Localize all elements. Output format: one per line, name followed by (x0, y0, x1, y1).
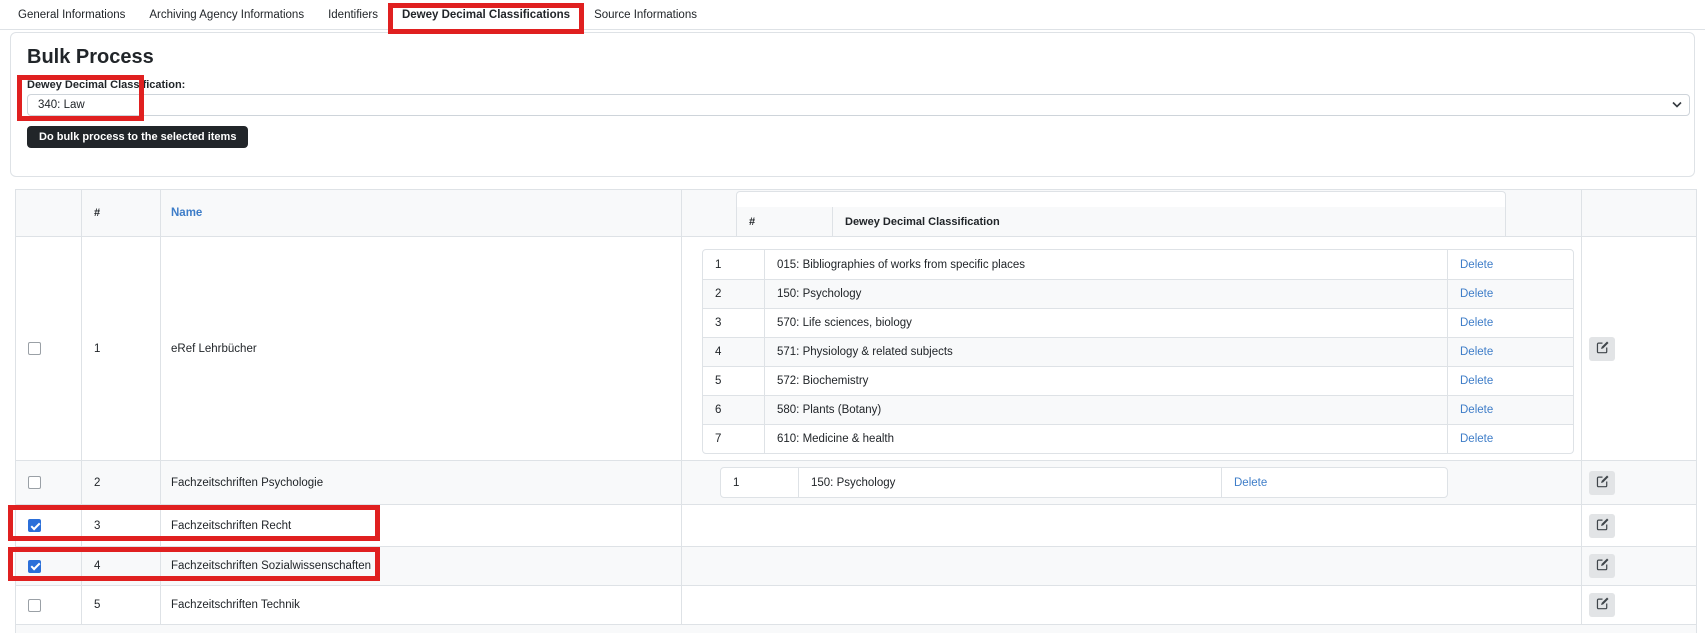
nested-header-action-cell (1506, 207, 1581, 236)
nested-ddc-table: 1 015: Bibliographies of works from spec… (702, 249, 1574, 454)
name-sort-link[interactable]: Name (171, 207, 202, 219)
edit-pencil-square-icon (1596, 475, 1609, 491)
nested-row: 2 150: Psychology Delete (703, 279, 1573, 308)
tab-label: Dewey Decimal Classifications (402, 9, 570, 21)
header-ddc-cell: # Dewey Decimal Classification (682, 190, 1582, 236)
delete-link[interactable]: Delete (1460, 317, 1493, 329)
row-checkbox[interactable] (28, 342, 41, 355)
nested-row-number: 5 (703, 367, 765, 395)
nested-header-top-strip (736, 191, 1506, 207)
nested-row-label: 150: Psychology (765, 280, 1448, 308)
delete-link[interactable]: Delete (1460, 433, 1493, 445)
row-name: Fachzeitschriften Sozialwissenschaften (161, 547, 682, 585)
table-row: 1 eRef Lehrbücher 1 015: Bibliographies … (16, 236, 1696, 460)
nested-row-number: 3 (703, 309, 765, 337)
nested-header-num: # (736, 207, 833, 236)
nested-row: 1 150: Psychology Delete (721, 468, 1447, 497)
edit-pencil-square-icon (1596, 558, 1609, 574)
edit-row-button[interactable] (1589, 554, 1615, 578)
bulk-process-button[interactable]: Do bulk process to the selected items (27, 126, 248, 148)
ddc-select[interactable]: 340: Law (27, 94, 1690, 116)
bulk-process-title: Bulk Process (27, 46, 1690, 69)
nested-row: 1 015: Bibliographies of works from spec… (703, 250, 1573, 279)
bulk-process-panel: Bulk Process Dewey Decimal Classificatio… (10, 32, 1695, 177)
table-row: 5 Fachzeitschriften Technik (16, 585, 1696, 624)
edit-pencil-square-icon (1596, 597, 1609, 613)
nested-row: 4 571: Physiology & related subjects Del… (703, 337, 1573, 366)
nested-row-number: 1 (721, 468, 799, 497)
row-name: Fachzeitschriften Recht (161, 505, 682, 546)
nested-ddc-table: 1 150: Psychology Delete (720, 467, 1448, 498)
nested-row-label: 571: Physiology & related subjects (765, 338, 1448, 366)
table-header-row: # Name # Dewey Decimal Classification (16, 190, 1696, 236)
row-name: Fachzeitschriften Psychologie (161, 461, 682, 504)
table-row: 4 Fachzeitschriften Sozialwissenschaften (16, 546, 1696, 585)
row-number: 5 (82, 586, 161, 624)
delete-link[interactable]: Delete (1460, 404, 1493, 416)
row-number: 1 (82, 237, 161, 460)
edit-row-button[interactable] (1589, 337, 1615, 361)
nested-header-ddc-title: Dewey Decimal Classification (833, 207, 1506, 236)
row-checkbox[interactable] (28, 519, 41, 532)
edit-pencil-square-icon (1596, 518, 1609, 534)
nested-row-number: 1 (703, 250, 765, 279)
edit-row-button[interactable] (1589, 471, 1615, 495)
delete-link[interactable]: Delete (1460, 288, 1493, 300)
nested-row-label: 570: Life sciences, biology (765, 309, 1448, 337)
delete-link[interactable]: Delete (1460, 259, 1493, 271)
tab-archiving-agency-informations[interactable]: Archiving Agency Informations (137, 9, 316, 21)
nested-row: 6 580: Plants (Botany) Delete (703, 395, 1573, 424)
ddc-select-label: Dewey Decimal Classification: (27, 79, 1690, 92)
row-name: Fachzeitschriften Technik (161, 586, 682, 624)
tab-source-informations[interactable]: Source Informations (582, 9, 709, 21)
nested-header-row: # Dewey Decimal Classification (736, 207, 1581, 236)
delete-link[interactable]: Delete (1234, 477, 1267, 489)
header-num: # (82, 190, 161, 236)
edit-pencil-square-icon (1596, 341, 1609, 357)
header-checkbox-cell (16, 190, 82, 236)
nested-row-label: 150: Psychology (799, 468, 1222, 497)
row-checkbox[interactable] (28, 560, 41, 573)
row-number: 4 (82, 547, 161, 585)
row-checkbox[interactable] (28, 476, 41, 489)
delete-link[interactable]: Delete (1460, 346, 1493, 358)
header-name: Name (161, 190, 682, 236)
table-row: 3 Fachzeitschriften Recht (16, 504, 1696, 546)
edit-row-button[interactable] (1589, 593, 1615, 617)
nested-row-label: 580: Plants (Botany) (765, 396, 1448, 424)
nested-row-number: 2 (703, 280, 765, 308)
row-checkbox[interactable] (28, 599, 41, 612)
tab-dewey-decimal-classifications[interactable]: Dewey Decimal Classifications (390, 9, 582, 21)
nested-row: 7 610: Medicine & health Delete (703, 424, 1573, 453)
row-number: 2 (82, 461, 161, 504)
nested-row-number: 6 (703, 396, 765, 424)
tab-general-informations[interactable]: General Informations (6, 9, 137, 21)
table-row: 2 Fachzeitschriften Psychologie 1 150: P… (16, 460, 1696, 504)
delete-link[interactable]: Delete (1460, 375, 1493, 387)
row-name: eRef Lehrbücher (161, 237, 682, 460)
classification-table: # Name # Dewey Decimal Classification 1 … (15, 189, 1697, 633)
nested-row-label: 572: Biochemistry (765, 367, 1448, 395)
tab-bar: General Informations Archiving Agency In… (0, 0, 1705, 30)
nested-row-label: 015: Bibliographies of works from specif… (765, 250, 1448, 279)
ddc-select-field: Dewey Decimal Classification: 340: Law (27, 79, 1690, 116)
tab-identifiers[interactable]: Identifiers (316, 9, 390, 21)
nested-row-number: 7 (703, 425, 765, 453)
nested-row-label: 610: Medicine & health (765, 425, 1448, 453)
nested-row: 3 570: Life sciences, biology Delete (703, 308, 1573, 337)
header-action-cell (1582, 190, 1696, 236)
edit-row-button[interactable] (1589, 514, 1615, 538)
nested-header-table: # Dewey Decimal Classification (736, 190, 1581, 236)
nested-row: 5 572: Biochemistry Delete (703, 366, 1573, 395)
nested-row-number: 4 (703, 338, 765, 366)
row-number: 3 (82, 505, 161, 546)
